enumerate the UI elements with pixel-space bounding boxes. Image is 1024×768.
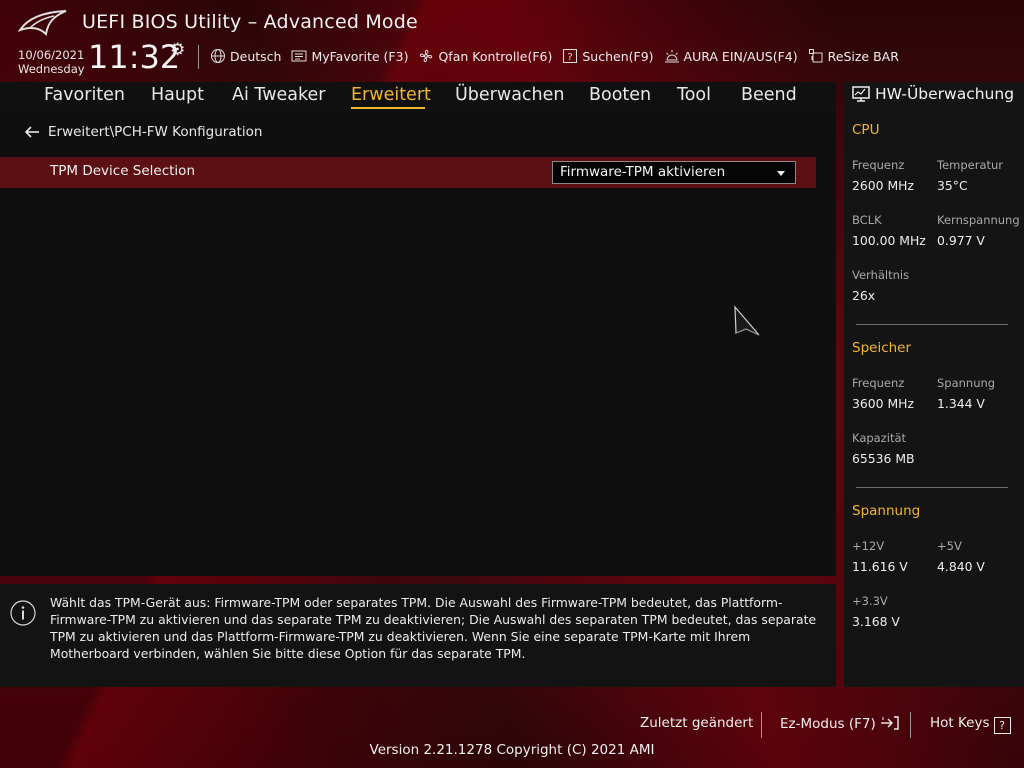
v12-label: +12V [852, 539, 885, 553]
chevron-down-icon [777, 171, 785, 176]
cpu-ratio-label: Verhältnis [852, 268, 910, 282]
help-key-icon: ? [993, 717, 1011, 734]
setting-label-tpm: TPM Device Selection [50, 163, 195, 179]
header-divider [198, 45, 199, 69]
mem-freq-value: 3600 MHz [852, 396, 914, 411]
footer-divider [761, 712, 762, 738]
tab-erweitert[interactable]: Erweitert [351, 85, 431, 105]
resize-bar-label: ReSize BAR [827, 48, 899, 64]
resize-bar-button[interactable]: ReSize BAR [808, 48, 899, 64]
clock-display: 11:32 [88, 38, 181, 76]
footer-divider [910, 712, 911, 738]
svg-text:?: ? [568, 52, 573, 63]
tab-haupt[interactable]: Haupt [151, 85, 204, 105]
mem-volt-label: Spannung [937, 376, 996, 390]
monitor-icon [852, 86, 870, 102]
tpm-device-select-value: Firmware-TPM aktivieren [560, 164, 726, 180]
cpu-temp-value: 35°C [937, 178, 968, 193]
weekday-display: Wednesday [18, 62, 85, 76]
hw-voltage-title: Spannung [852, 503, 921, 519]
tab-favoriten[interactable]: Favoriten [44, 85, 125, 105]
tab-booten[interactable]: Booten [589, 85, 651, 105]
ez-mode-label: Ez-Modus (F7) [780, 716, 876, 732]
language-label: Deutsch [230, 48, 282, 64]
fan-icon [420, 49, 433, 63]
aura-label: AURA EIN/AUS(F4) [683, 48, 798, 64]
cpu-bclk-value: 100.00 MHz [852, 233, 926, 248]
tab-ueberwachen[interactable]: Überwachen [455, 85, 565, 105]
cpu-freq-label: Frequenz [852, 158, 905, 172]
search-button[interactable]: ? Suchen(F9) [562, 48, 654, 64]
hw-cpu-title: CPU [852, 122, 880, 138]
resize-bar-icon [808, 49, 823, 63]
tab-ai-tweaker[interactable]: Ai Tweaker [232, 85, 325, 105]
v5-value: 4.840 V [937, 559, 985, 574]
mem-volt-value: 1.344 V [937, 396, 985, 411]
v12-value: 11.616 V [852, 559, 908, 574]
myfavorite-button[interactable]: MyFavorite (F3) [291, 48, 408, 64]
back-arrow-icon[interactable] [24, 125, 40, 139]
cpu-vcore-value: 0.977 V [937, 233, 985, 248]
rog-logo [18, 10, 67, 37]
aura-button[interactable]: AURA EIN/AUS(F4) [664, 48, 798, 64]
myfavorite-label: MyFavorite (F3) [311, 48, 409, 64]
hw-divider [856, 487, 1008, 488]
hw-memory-title: Speicher [852, 340, 912, 356]
cpu-vcore-label: Kernspannung [937, 213, 1020, 227]
globe-icon [211, 49, 225, 63]
mouse-cursor-icon [734, 305, 760, 336]
cpu-bclk-label: BCLK [852, 213, 882, 227]
toolbar: Deutsch MyFavorite (F3) Qfan Kontrolle(F… [210, 46, 909, 66]
main-nav: Favoriten Haupt Ai Tweaker Erweitert Übe… [0, 82, 836, 110]
cpu-ratio-value: 26x [852, 288, 876, 303]
qfan-button[interactable]: Qfan Kontrolle(F6) [418, 48, 552, 64]
info-icon [10, 600, 36, 626]
hot-keys-label: Hot Keys [930, 715, 990, 731]
cpu-temp-label: Temperatur [937, 158, 1004, 172]
qfan-label: Qfan Kontrolle(F6) [438, 48, 553, 64]
mem-freq-label: Frequenz [852, 376, 905, 390]
aura-light-icon [664, 50, 679, 63]
exit-icon [881, 716, 899, 730]
breadcrumb-path: Erweitert\PCH-FW Konfiguration [48, 124, 263, 140]
gear-icon[interactable]: ⚙ [170, 40, 185, 60]
help-text: Wählt das TPM-Gerät aus: Firmware-TPM od… [50, 595, 817, 661]
breadcrumb: Erweitert\PCH-FW Konfiguration [24, 124, 262, 140]
tpm-device-select[interactable]: Firmware-TPM aktivieren [552, 161, 796, 184]
hw-monitor-title-label: HW-Überwachung [875, 85, 1015, 103]
tab-tool[interactable]: Tool [677, 85, 711, 105]
date-display: 10/06/2021 [18, 48, 85, 62]
mem-cap-value: 65536 MB [852, 451, 915, 466]
bios-title: UEFI BIOS Utility – Advanced Mode [82, 11, 418, 33]
mem-cap-label: Kapazität [852, 431, 907, 445]
v33-label: +3.3V [852, 594, 888, 608]
hw-divider [856, 324, 1008, 325]
hot-keys-button[interactable]: Hot Keys? [930, 715, 1011, 734]
ez-mode-button[interactable]: Ez-Modus (F7) [780, 715, 900, 732]
last-changed-button[interactable]: Zuletzt geändert [640, 715, 753, 731]
cpu-freq-value: 2600 MHz [852, 178, 914, 193]
active-tab-indicator [351, 107, 425, 109]
tab-beend[interactable]: Beend [741, 85, 797, 105]
v33-value: 3.168 V [852, 614, 900, 629]
hw-monitor-title: HW-Überwachung [852, 85, 1014, 103]
search-label: Suchen(F9) [582, 48, 654, 64]
search-question-icon: ? [563, 49, 578, 63]
favorite-list-icon [291, 50, 307, 62]
v5-label: +5V [937, 539, 962, 553]
version-text: Version 2.21.1278 Copyright (C) 2021 AMI [369, 742, 655, 758]
language-button[interactable]: Deutsch [210, 48, 281, 64]
